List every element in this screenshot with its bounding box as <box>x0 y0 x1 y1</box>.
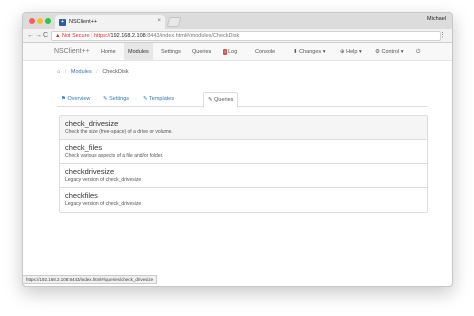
control-label: Control <box>381 49 400 55</box>
query-name: check_drivesize <box>65 119 119 128</box>
tab-settings-label: Settings <box>109 96 130 102</box>
brand-link[interactable]: NSClient++ <box>54 43 90 61</box>
list-item[interactable]: check_drivesize Check the size (free-spa… <box>60 116 427 140</box>
new-tab-button[interactable] <box>166 17 182 27</box>
breadcrumb-separator: / <box>64 69 67 75</box>
warning-triangle-icon: ▲ <box>55 33 61 39</box>
tab-settings[interactable]: ✎ Settings <box>99 92 133 107</box>
link-preview-status: https://192.168.2.108:8443/index.html#/q… <box>23 275 158 284</box>
list-item[interactable]: checkfiles Legacy version of check_drive… <box>60 188 427 212</box>
home-icon[interactable]: ⌂ <box>57 69 60 75</box>
nav-modules[interactable]: Modules <box>124 43 153 61</box>
tab-queries[interactable]: ✎ Queries <box>203 92 239 108</box>
tab-templates[interactable]: ✎ Templates <box>139 92 178 107</box>
url-input[interactable]: ▲ Not Secure | https://192.168.2.108:844… <box>51 31 441 41</box>
download-icon: ⬇ <box>293 49 298 55</box>
tab-title: NSClient++ <box>69 19 98 25</box>
url-host: 192.168.2.108 <box>110 33 146 39</box>
query-description: Legacy version of check_drivesize <box>65 177 142 183</box>
module-tabs: ⚑ Overview ✎ Settings ✎ Templates ✎ Quer… <box>57 92 427 108</box>
nav-console[interactable]: Console <box>255 43 275 61</box>
back-arrow-icon[interactable]: ← <box>27 32 34 40</box>
zoom-window-button[interactable] <box>45 18 51 24</box>
nsclient-favicon-icon: + <box>59 18 66 26</box>
nav-home[interactable]: Home <box>101 43 116 61</box>
url-path: :8443/index.html#/modules/CheckDisk <box>145 33 240 39</box>
reload-icon[interactable]: C <box>43 32 48 40</box>
caret-down-icon: ▾ <box>322 49 326 55</box>
help-label: Help <box>346 49 358 55</box>
query-description: Check the size (free-space) of a drive o… <box>65 129 173 135</box>
pencil-icon: ✎ <box>208 97 213 103</box>
logout-icon[interactable]: ⏻ <box>416 43 420 61</box>
pencil-icon: ✎ <box>103 96 108 102</box>
tab-templates-label: Templates <box>149 96 175 102</box>
close-window-button[interactable] <box>29 18 35 24</box>
edit-icon: ✎ <box>143 96 148 102</box>
flag-icon: ⚑ <box>61 96 66 102</box>
breadcrumb-separator: / <box>96 69 98 75</box>
changes-dropdown[interactable]: ⬇ Changes ▾ <box>293 43 325 61</box>
tab-close-icon[interactable]: × <box>157 18 161 24</box>
query-name: check_files <box>65 143 103 152</box>
browser-window: + NSClient++ × Michael ← → C ▲ Not Secur… <box>22 12 453 287</box>
nav-log[interactable]: ! Log <box>223 43 237 61</box>
breadcrumb: ⌂ / Modules / CheckDisk <box>57 69 427 83</box>
changes-label: Changes <box>299 49 322 55</box>
tab-strip: + NSClient++ × Michael <box>23 13 452 29</box>
browser-tab[interactable]: + NSClient++ × <box>55 15 165 29</box>
browser-menu-icon[interactable]: ⋮ <box>439 31 446 39</box>
not-secure-label: Not Secure <box>61 33 90 39</box>
help-dropdown[interactable]: ⊕ Help ▾ <box>340 43 362 61</box>
profile-name[interactable]: Michael <box>427 16 446 22</box>
query-description: Check various aspects of a file and/or f… <box>65 153 164 159</box>
caret-down-icon: ▾ <box>358 49 362 55</box>
app-navbar: NSClient++ Home Modules Settings Queries… <box>23 43 452 61</box>
forward-arrow-icon[interactable]: → <box>35 32 42 40</box>
tab-queries-label: Queries <box>214 97 234 103</box>
nav-queries[interactable]: Queries <box>192 43 211 61</box>
nav-settings[interactable]: Settings <box>161 43 181 61</box>
url-scheme: https:// <box>94 33 111 39</box>
control-dropdown[interactable]: ⚙ Control ▾ <box>375 43 404 61</box>
breadcrumb-modules[interactable]: Modules <box>71 69 92 75</box>
tab-overview[interactable]: ⚑ Overview <box>57 92 94 107</box>
query-list: check_drivesize Check the size (free-spa… <box>59 115 428 213</box>
list-item[interactable]: check_files Check various aspects of a f… <box>60 140 427 164</box>
breadcrumb-current: CheckDisk <box>102 69 129 75</box>
globe-icon: ⊕ <box>340 49 345 55</box>
nav-log-label: Log <box>228 49 238 55</box>
address-bar-row: ← → C ▲ Not Secure | https://192.168.2.1… <box>23 29 452 43</box>
minimize-window-button[interactable] <box>37 18 43 24</box>
query-description: Legacy version of check_drivesize <box>65 201 142 207</box>
query-name: checkfiles <box>65 191 98 200</box>
list-item[interactable]: checkdrivesize Legacy version of check_d… <box>60 164 427 188</box>
log-alert-icon: ! <box>223 48 228 55</box>
query-name: checkdrivesize <box>65 167 115 176</box>
gear-icon: ⚙ <box>375 49 380 55</box>
caret-down-icon: ▾ <box>400 49 404 55</box>
tab-overview-label: Overview <box>67 96 91 102</box>
